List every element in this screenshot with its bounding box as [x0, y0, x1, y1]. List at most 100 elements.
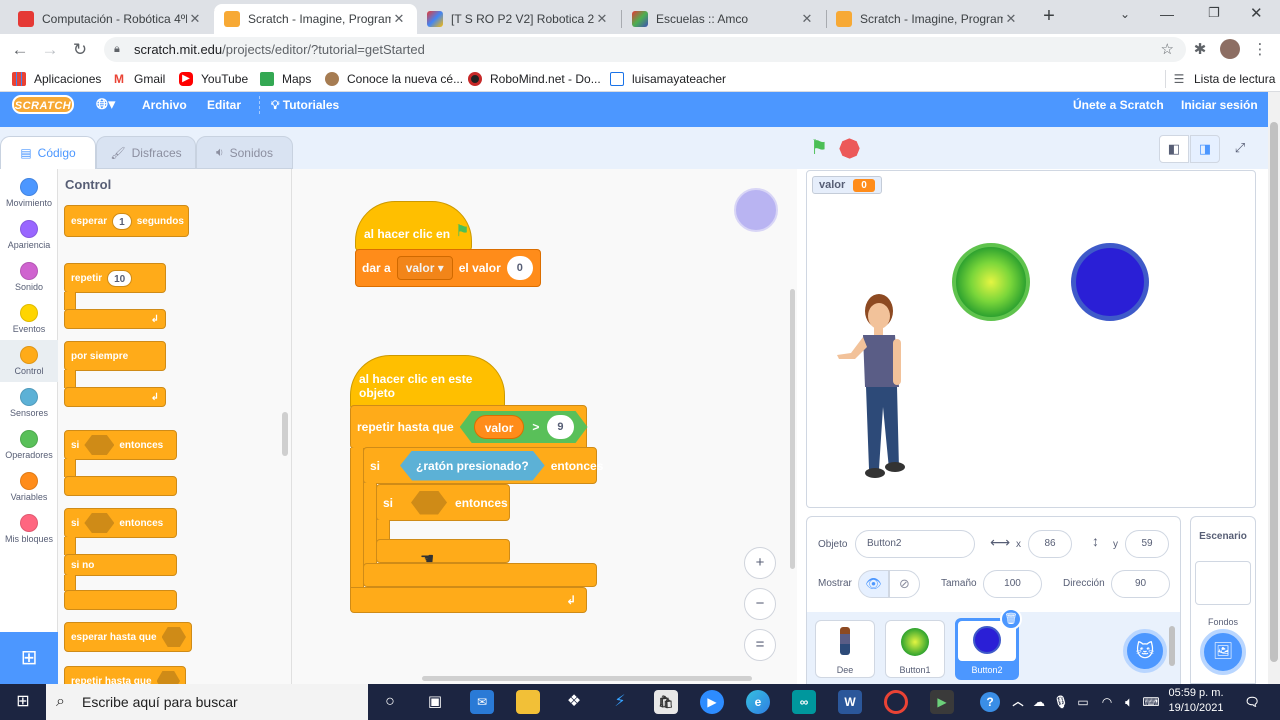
direction-input[interactable]: 90	[1111, 570, 1170, 598]
help-icon[interactable]: ?	[980, 692, 1000, 712]
category-variables[interactable]: Variables	[0, 466, 58, 508]
app-icon-2[interactable]: ▶	[930, 690, 954, 714]
normal-stage-button[interactable]: ◨	[1190, 135, 1220, 163]
bookmark-item[interactable]: ▶ YouTube	[179, 70, 248, 88]
block-if[interactable]: si ¿ratón presionado? entonces	[363, 447, 603, 484]
stop-sign-icon[interactable]	[837, 136, 862, 161]
taskbar-clock[interactable]: 05:59 p. m. 19/10/2021	[1160, 686, 1232, 716]
join-scratch-link[interactable]: Únete a Scratch	[1073, 92, 1164, 118]
bookmark-item[interactable]: luisamayateacher	[610, 70, 726, 88]
palette-scrollbar[interactable]	[282, 412, 288, 456]
sprite-tile[interactable]: Button1	[885, 620, 945, 678]
category-my-blocks[interactable]: Mis bloques	[0, 508, 58, 550]
sprite-list-scrollbar[interactable]	[1169, 626, 1175, 666]
menu-kebab-icon[interactable]: ⋮	[1248, 38, 1272, 62]
close-icon[interactable]: ✕	[799, 11, 815, 27]
hide-button[interactable]: ⊘	[889, 570, 920, 598]
notification-icon[interactable]: 🗨︎	[1240, 690, 1264, 714]
sign-in-link[interactable]: Iniciar sesión	[1181, 92, 1258, 118]
code-workspace[interactable]: al hacer clic en ⚑ dar a valor ▾ el valo…	[292, 169, 797, 684]
battery-icon[interactable]: ▭	[1074, 690, 1092, 714]
minimize-icon[interactable]: —	[1160, 6, 1174, 22]
workspace-vscroll[interactable]	[790, 289, 795, 569]
block-forever[interactable]: por siempre	[64, 341, 166, 371]
button2-sprite[interactable]	[1071, 243, 1149, 321]
tab-code[interactable]: ▤ Código	[0, 136, 96, 169]
store-icon[interactable]: 🛍︎	[654, 690, 678, 714]
close-icon[interactable]: ✕	[187, 11, 203, 27]
profile-avatar[interactable]	[1220, 39, 1240, 59]
zoom-icon[interactable]: ▶	[700, 690, 724, 714]
block-if-else[interactable]: si entonces	[64, 508, 177, 538]
tab-sounds[interactable]: 🔉︎ Sonidos	[196, 136, 293, 169]
size-input[interactable]: 100	[983, 570, 1042, 598]
category-sensing[interactable]: Sensores	[0, 382, 58, 424]
scratch-logo[interactable]: SCRATCH	[12, 95, 74, 114]
volume-icon[interactable]: 🔈︎	[1120, 690, 1138, 714]
browser-tab[interactable]: Escuelas :: Amco ✕	[622, 4, 825, 34]
add-backdrop-button[interactable]: 🖼︎	[1200, 629, 1246, 675]
bookmark-item[interactable]: Maps	[260, 70, 311, 88]
page-scrollbar[interactable]	[1268, 92, 1280, 684]
extensions-icon[interactable]: ✱	[1188, 38, 1212, 62]
block-when-flag-clicked[interactable]: al hacer clic en ⚑	[355, 201, 472, 251]
close-icon[interactable]: ✕	[594, 11, 610, 27]
category-control[interactable]: Control	[0, 340, 58, 382]
wifi-icon[interactable]: ◠	[1098, 690, 1116, 714]
back-icon[interactable]: ←	[8, 38, 32, 62]
x-input[interactable]: 86	[1028, 530, 1072, 558]
chevron-up-icon[interactable]: ︿	[1010, 690, 1026, 714]
block-set-variable[interactable]: dar a valor ▾ el valor 0	[355, 249, 541, 287]
browser-tab[interactable]: [T S RO P2 V2] Robotica 2do ✕	[417, 4, 620, 34]
windows-start-icon[interactable]: ⊞	[0, 684, 46, 720]
block-if-nested[interactable]: si entonces	[376, 484, 510, 521]
bookmark-item[interactable]: RoboMind.net - Do...	[468, 70, 601, 88]
mail-icon[interactable]: ✉	[470, 690, 494, 714]
close-icon[interactable]: ✕	[1003, 11, 1019, 27]
file-explorer-icon[interactable]	[516, 690, 540, 714]
show-button[interactable]: 👁︎	[858, 570, 889, 598]
tab-costumes[interactable]: 🖌︎ Disfraces	[96, 136, 196, 169]
taskbar-search[interactable]: ⌕ Escribe aquí para buscar	[46, 684, 368, 720]
block-repeat[interactable]: repetir 10	[64, 263, 166, 293]
zoom-in-button[interactable]: +	[744, 547, 776, 579]
bookmark-item[interactable]: Conoce la nueva cé...	[325, 70, 463, 88]
bookmark-star-icon[interactable]: ☆	[1161, 37, 1174, 62]
onedrive-icon[interactable]: ☁	[1030, 690, 1048, 714]
menu-tutorials[interactable]: 💡︎ Tutoriales	[271, 92, 339, 118]
task-view-icon[interactable]: ▣	[423, 690, 447, 714]
edge-icon[interactable]: e	[746, 690, 770, 714]
chrome-icon[interactable]	[884, 690, 908, 714]
dropbox-icon[interactable]: ❖	[562, 690, 586, 714]
operator-greater-than[interactable]: valor > 9	[460, 411, 588, 443]
menu-edit[interactable]: Editar	[207, 92, 241, 118]
delete-sprite-icon[interactable]: 🗑︎	[1000, 608, 1022, 630]
browser-tab[interactable]: Computación - Robótica 4ºB ✕	[8, 4, 213, 34]
reading-list[interactable]: ☰ Lista de lectura	[1172, 70, 1275, 88]
block-wait[interactable]: esperar 1 segundos	[64, 205, 189, 237]
workspace-hscroll[interactable]	[422, 676, 752, 681]
green-flag-icon[interactable]: ⚑	[810, 138, 828, 158]
dee-sprite[interactable]	[833, 289, 913, 493]
window-close-icon[interactable]: ✕	[1250, 4, 1263, 22]
category-looks[interactable]: Apariencia	[0, 214, 58, 256]
block-repeat-until[interactable]: repetir hasta que	[64, 666, 186, 684]
add-extension-button[interactable]: ⊞	[0, 632, 58, 684]
close-icon[interactable]: ✕	[391, 11, 407, 27]
block-repeat-until[interactable]: repetir hasta que valor > 9	[350, 405, 587, 449]
stage-thumbnail[interactable]	[1195, 561, 1251, 605]
tab-search-icon[interactable]: ⌄	[1120, 7, 1130, 21]
maximize-icon[interactable]: ❐	[1208, 5, 1220, 21]
forward-icon[interactable]: →	[38, 38, 62, 62]
y-input[interactable]: 59	[1125, 530, 1169, 558]
variable-dropdown[interactable]: valor ▾	[396, 256, 453, 280]
arduino-icon[interactable]: ∞	[792, 690, 816, 714]
cortana-icon[interactable]: ○	[378, 690, 402, 714]
reload-icon[interactable]: ↻	[68, 38, 92, 62]
zoom-out-button[interactable]: −	[744, 588, 776, 620]
language-globe-icon[interactable]: 🌐︎▾	[96, 92, 116, 118]
variable-reporter[interactable]: valor	[474, 415, 525, 439]
app-icon[interactable]: ⚡︎	[608, 690, 632, 714]
zoom-reset-button[interactable]: =	[744, 629, 776, 661]
mic-icon[interactable]: 🎙︎	[1052, 690, 1070, 714]
